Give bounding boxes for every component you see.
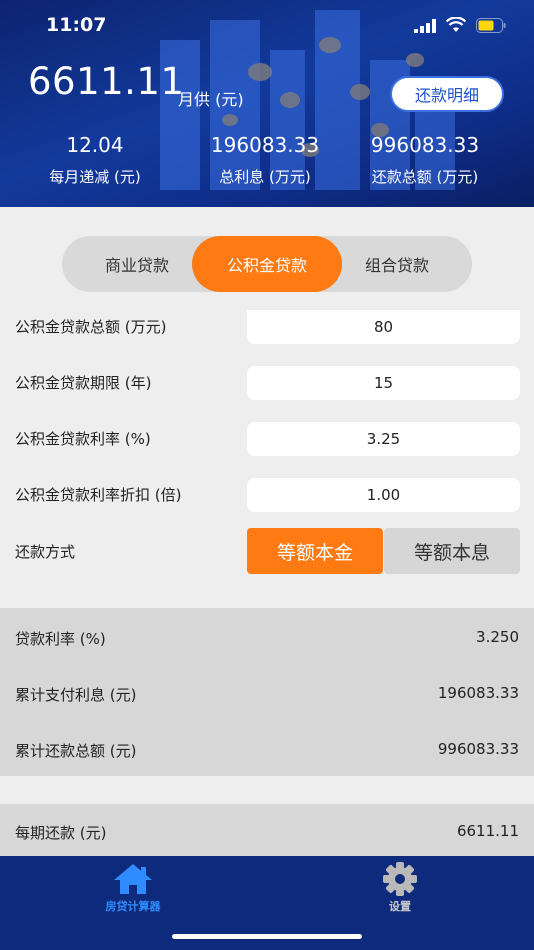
battery-icon	[476, 18, 506, 33]
stat-value: 12.04	[66, 133, 124, 157]
loan-type-segment: 商业贷款 组合贷款 公积金贷款	[62, 236, 472, 292]
stat-label: 每月递减 (元)	[49, 168, 141, 186]
repayment-method-row: 还款方式 等额本金 等额本息	[0, 528, 534, 574]
stat-value: 196083.33	[210, 133, 320, 157]
result-row: 贷款利率 (%) 3.250	[0, 624, 534, 654]
status-time: 11:07	[46, 14, 107, 36]
term-label: 公积金贷款期限 (年)	[15, 374, 152, 392]
header-banner: 11:07 6611.11 月供 (元) 还款明细 12.04 每月递减 (元)…	[0, 0, 534, 207]
repayment-detail-button[interactable]: 还款明细	[390, 76, 504, 112]
result-label: 每期还款 (元)	[15, 824, 107, 842]
rate-input[interactable]: 3.25	[247, 422, 520, 456]
home-icon	[114, 864, 152, 894]
result-label: 贷款利率 (%)	[15, 630, 106, 648]
monthly-payment-label: 月供 (元)	[178, 90, 244, 109]
form-row-discount: 公积金贷款利率折扣 (倍) 1.00	[0, 478, 534, 512]
form-row-rate: 公积金贷款利率 (%) 3.25	[0, 422, 534, 456]
result-value: 996083.33	[437, 740, 519, 758]
result-value: 196083.33	[437, 684, 519, 702]
result-label: 累计还款总额 (元)	[15, 742, 137, 760]
result-label: 累计支付利息 (元)	[15, 686, 137, 704]
amount-input[interactable]: 80	[247, 310, 520, 344]
status-bar: 11:07	[0, 0, 534, 50]
stat-label: 还款总额 (万元)	[371, 168, 479, 186]
equal-installment-button[interactable]: 等额本息	[384, 528, 520, 574]
discount-label: 公积金贷款利率折扣 (倍)	[15, 486, 182, 504]
stat-value: 996083.33	[370, 133, 480, 157]
results-panel: 贷款利率 (%) 3.250 累计支付利息 (元) 196083.33 累计还款…	[0, 608, 534, 776]
wifi-icon	[446, 17, 466, 32]
equal-principal-button[interactable]: 等额本金	[247, 528, 383, 574]
tab-combined-loan[interactable]: 组合贷款	[332, 236, 462, 292]
amount-label: 公积金贷款总额 (万元)	[15, 318, 167, 336]
tab-provident-fund-loan[interactable]: 公积金贷款	[192, 236, 342, 292]
result-value: 6611.11	[456, 822, 519, 840]
tab-label: 房贷计算器	[105, 900, 161, 913]
result-row: 每期还款 (元) 6611.11	[0, 818, 534, 848]
stat-label: 总利息 (万元)	[219, 168, 311, 186]
stat-total-interest: 196083.33 总利息 (万元)	[190, 132, 340, 188]
monthly-payment-amount: 6611.11	[28, 60, 185, 103]
gear-icon	[383, 862, 417, 896]
repayment-method-label: 还款方式	[15, 543, 76, 561]
result-row: 累计支付利息 (元) 196083.33	[0, 680, 534, 710]
bottom-tab-bar: 房贷计算器 设置	[0, 856, 534, 950]
home-indicator[interactable]	[172, 934, 362, 939]
rate-label: 公积金贷款利率 (%)	[15, 430, 151, 448]
tab-settings[interactable]: 设置	[340, 862, 460, 914]
tab-mortgage-calculator[interactable]: 房贷计算器	[73, 862, 193, 914]
tab-label: 设置	[389, 900, 411, 913]
term-input[interactable]: 15	[247, 366, 520, 400]
stat-total-repayment: 996083.33 还款总额 (万元)	[352, 132, 498, 188]
result-row: 累计还款总额 (元) 996083.33	[0, 736, 534, 766]
cellular-signal-icon	[414, 19, 436, 33]
per-period-panel: 每期还款 (元) 6611.11	[0, 804, 534, 858]
form-row-amount: 公积金贷款总额 (万元) 80	[0, 310, 534, 344]
tab-commercial-loan[interactable]: 商业贷款	[62, 236, 212, 292]
stat-monthly-decrease: 12.04 每月递减 (元)	[20, 132, 170, 188]
discount-input[interactable]: 1.00	[247, 478, 520, 512]
result-value: 3.250	[476, 628, 519, 646]
form-row-term: 公积金贷款期限 (年) 15	[0, 366, 534, 400]
